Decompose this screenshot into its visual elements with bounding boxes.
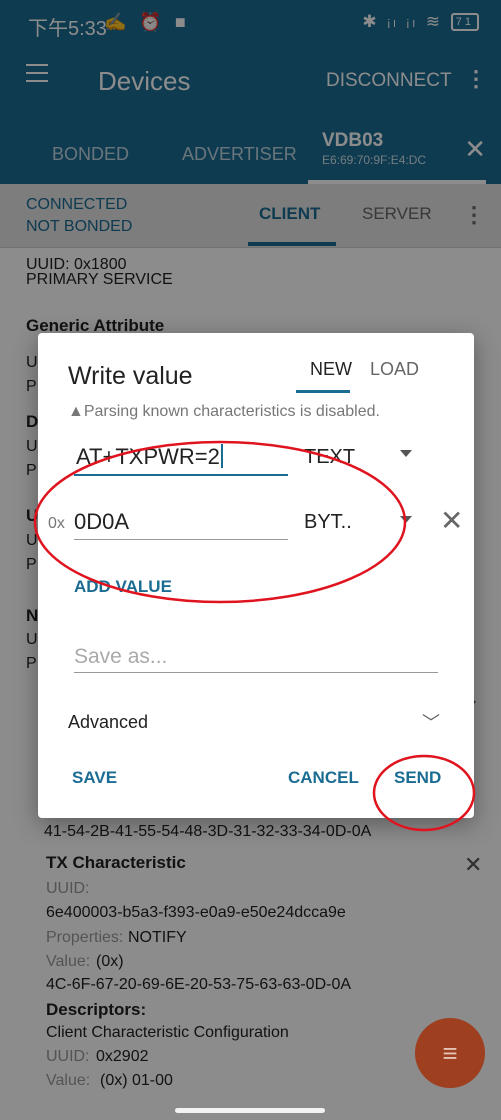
home-indicator[interactable]: [175, 1108, 325, 1113]
add-value-button[interactable]: ADD VALUE: [74, 577, 172, 597]
dropdown-arrow-icon[interactable]: [400, 516, 412, 523]
write-value-dialog: Write value NEW LOAD ▲Parsing known char…: [38, 333, 474, 818]
save-as-input[interactable]: Save as...: [74, 645, 167, 669]
dropdown-arrow-icon[interactable]: [400, 450, 412, 457]
value-type-select[interactable]: TEXT: [304, 446, 355, 469]
advanced-toggle[interactable]: Advanced: [68, 712, 148, 733]
chevron-down-icon[interactable]: ﹀: [422, 709, 440, 735]
tab-new[interactable]: NEW: [310, 359, 352, 380]
save-button[interactable]: SAVE: [72, 768, 117, 788]
send-button[interactable]: SEND: [394, 768, 441, 788]
bytes-type-select[interactable]: BYT..: [304, 511, 352, 534]
remove-value-icon[interactable]: ✕: [440, 504, 463, 537]
bytes-value-underline: [74, 539, 288, 540]
text-value-input[interactable]: AT+TXPWR=2: [76, 444, 223, 470]
dialog-title: Write value: [68, 362, 193, 390]
text-value: AT+TXPWR=2: [76, 444, 220, 469]
cancel-button[interactable]: CANCEL: [288, 768, 359, 788]
parsing-warning: ▲Parsing known characteristics is disabl…: [68, 403, 380, 420]
bytes-value-input[interactable]: 0D0A: [74, 509, 129, 535]
tab-load[interactable]: LOAD: [370, 359, 419, 380]
save-as-underline: [74, 672, 438, 673]
log-fab-icon[interactable]: ≡: [415, 1018, 485, 1088]
text-value-underline: [74, 474, 288, 476]
hex-prefix: 0x: [48, 515, 65, 532]
new-tab-indicator: [296, 390, 350, 393]
text-cursor: [220, 444, 223, 468]
